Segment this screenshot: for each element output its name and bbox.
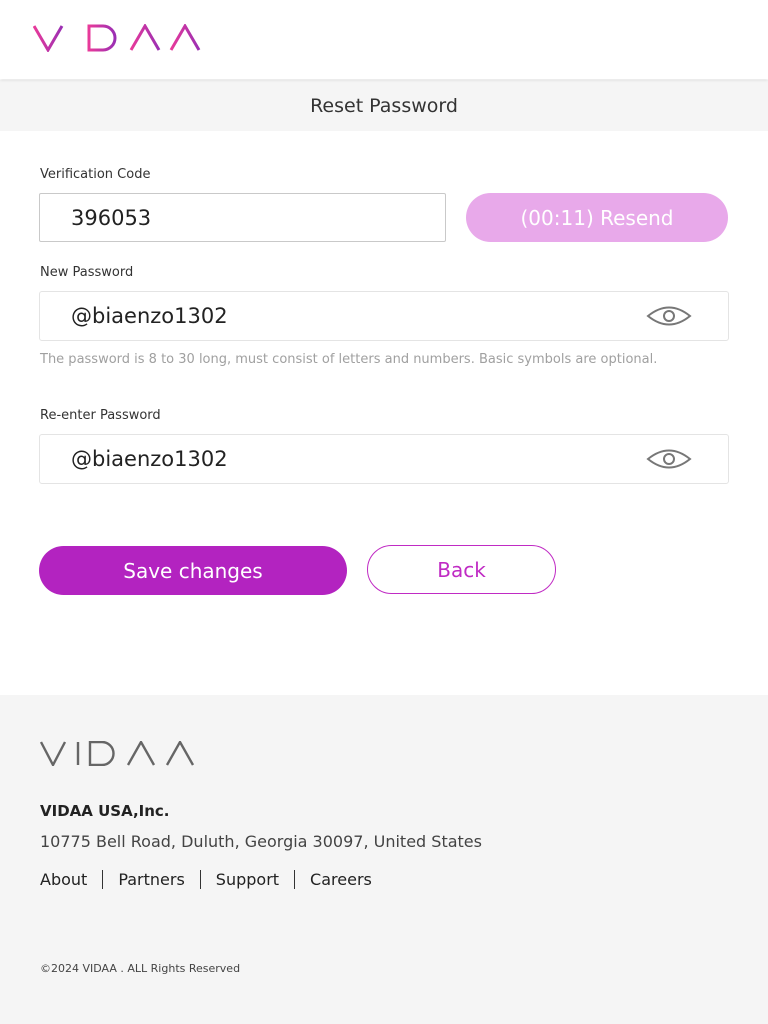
company-name: VIDAA USA,Inc. [40,802,170,820]
reenter-password-label: Re-enter Password [40,408,161,423]
new-password-input[interactable]: @biaenzo1302 [39,291,729,341]
verification-code-value: 396053 [71,205,152,230]
footer-link-support[interactable]: Support [216,870,279,889]
reenter-password-value: @biaenzo1302 [71,447,228,471]
footer-link-about[interactable]: About [40,870,87,889]
company-address: 10775 Bell Road, Duluth, Georgia 30097, … [40,832,482,851]
save-changes-button[interactable]: Save changes [39,546,347,595]
eye-icon[interactable] [646,305,692,327]
vidaa-logo[interactable] [32,23,203,57]
resend-button[interactable]: (00:11) Resend [466,193,728,242]
new-password-value: @biaenzo1302 [71,304,228,328]
password-hint: The password is 8 to 30 long, must consi… [40,352,658,367]
verification-code-input[interactable]: 396053 [39,193,446,242]
divider [199,870,201,889]
vidaa-footer-logo [39,739,195,771]
copyright: ©2024 VIDAA . ALL Rights Reserved [40,962,241,975]
site-footer: VIDAA USA,Inc. 10775 Bell Road, Duluth, … [0,695,768,1024]
footer-link-partners[interactable]: Partners [118,870,184,889]
divider [294,870,296,889]
divider [102,870,104,889]
reenter-password-input[interactable]: @biaenzo1302 [39,434,729,484]
site-header [0,0,768,79]
back-button[interactable]: Back [367,545,556,594]
footer-links: About Partners Support Careers [40,870,372,889]
page-title: Reset Password [0,80,768,131]
verification-code-label: Verification Code [40,167,151,182]
eye-icon[interactable] [646,448,692,470]
new-password-label: New Password [40,265,134,280]
footer-link-careers[interactable]: Careers [310,870,372,889]
